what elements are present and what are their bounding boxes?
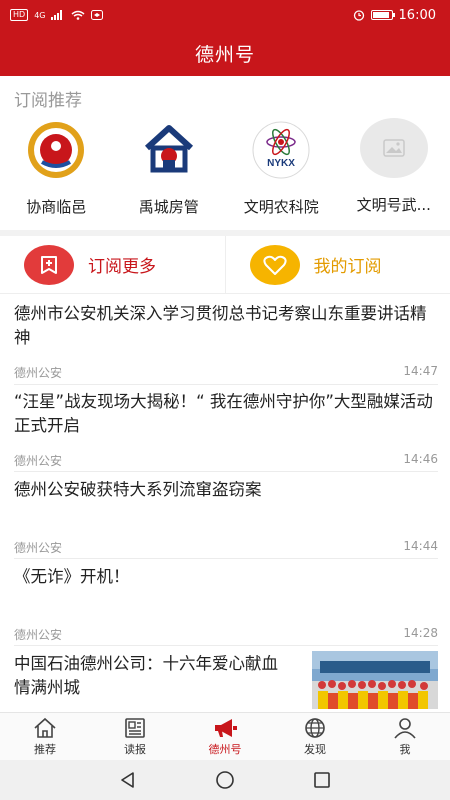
recommendation-label: 禹城房管 — [138, 198, 199, 216]
app-notification-icon — [91, 10, 104, 20]
hd-indicator: HD — [10, 9, 29, 21]
clock: 16:00 — [398, 7, 436, 23]
signal-icon — [51, 10, 63, 20]
globe-icon — [305, 717, 325, 738]
newspaper-icon — [125, 717, 145, 738]
nykx-logo-text: NYKX — [267, 158, 295, 169]
list-divider — [14, 384, 438, 385]
battery-level-fill — [372, 12, 389, 18]
recommendation-item[interactable]: 协商临邑 — [0, 118, 113, 228]
nav-label: 我 — [399, 742, 411, 756]
recommendations-row: 协商临邑 禹城房管 NYKX 文明农科院 文明号武... — [0, 118, 450, 228]
news-meta: 德州公安 14:28 — [14, 626, 438, 643]
news-title: 《无诈》开机！ — [14, 567, 130, 586]
subscribe-actions: 订阅更多 我的订阅 — [0, 236, 450, 294]
heart-icon — [249, 244, 300, 285]
recommendation-label: 协商临邑 — [26, 198, 87, 216]
image-placeholder-icon — [359, 118, 428, 178]
user-icon — [394, 717, 416, 739]
news-title: “汪星”战友现场大揭秘！“ 我在德州守护你”大型融媒活动正式开启 — [14, 392, 433, 435]
list-divider — [14, 471, 438, 472]
news-source: 德州公安 — [14, 454, 63, 468]
back-icon[interactable] — [118, 770, 138, 790]
system-navigation — [0, 760, 450, 800]
nav-item-me[interactable]: 我 — [360, 713, 450, 760]
megaphone-icon — [215, 718, 237, 737]
nav-label: 推荐 — [34, 742, 56, 756]
news-item[interactable]: 《无诈》开机！ — [14, 565, 438, 589]
nav-item-newspaper[interactable]: 读报 — [90, 713, 180, 760]
nav-label: 读报 — [124, 742, 146, 756]
bottom-navigation: 推荐 读报 德州号 发现 我 — [0, 712, 450, 760]
home-circle-icon[interactable] — [215, 770, 235, 790]
nykx-logo-icon: NYKX — [245, 120, 317, 180]
status-bar: HD 4G 16:00 — [0, 0, 450, 30]
nav-label: 发现 — [304, 742, 326, 756]
news-time: 14:44 — [403, 539, 438, 553]
news-time: 14:46 — [403, 452, 438, 466]
recommendations-title: 订阅推荐 — [14, 91, 82, 111]
nav-item-dezhouhao[interactable]: 德州号 — [180, 713, 270, 760]
news-meta: 德州公安 14:44 — [14, 539, 438, 556]
nav-item-recommend[interactable]: 推荐 — [0, 713, 90, 760]
news-source: 德州公安 — [14, 541, 63, 555]
news-time: 14:47 — [403, 364, 438, 378]
list-divider — [14, 645, 438, 646]
page-title: 德州号 — [194, 43, 255, 66]
add-subscribe-icon — [24, 244, 74, 285]
my-subscriptions-label: 我的订阅 — [313, 257, 382, 277]
recents-icon[interactable] — [312, 770, 332, 790]
battery-icon — [370, 10, 395, 20]
news-title: 德州公安破获特大系列流窜盗窃案 — [14, 480, 262, 499]
xieshang-logo-icon — [20, 120, 92, 180]
my-subscriptions-button[interactable]: 我的订阅 — [224, 236, 450, 293]
nav-item-discover[interactable]: 发现 — [270, 713, 360, 760]
recommendation-item[interactable]: 文明号武... — [338, 118, 450, 228]
recommendation-label: 文明农科院 — [243, 198, 319, 216]
news-title: 中国石油德州公司：十六年爱心献血情满州城 — [14, 654, 278, 697]
wifi-icon — [72, 10, 85, 20]
home-icon — [34, 717, 56, 738]
subscribe-more-button[interactable]: 订阅更多 — [0, 236, 225, 293]
news-item[interactable]: “汪星”战友现场大揭秘！“ 我在德州守护你”大型融媒活动正式开启 — [14, 390, 438, 438]
news-source: 德州公安 — [14, 628, 63, 642]
recommendation-item[interactable]: 禹城房管 — [113, 118, 226, 228]
news-title: 德州市公安机关深入学习贯彻总书记考察山东重要讲话精神 — [14, 304, 427, 347]
house-logo-icon — [133, 120, 205, 180]
news-source: 德州公安 — [14, 366, 63, 380]
recommendation-label: 文明号武... — [356, 196, 431, 214]
news-thumbnail[interactable] — [312, 651, 438, 709]
subscribe-more-label: 订阅更多 — [88, 257, 156, 277]
news-time: 14:28 — [403, 626, 438, 640]
signal-indicator: 4G — [34, 10, 46, 20]
news-item[interactable]: 德州公安破获特大系列流窜盗窃案 — [14, 478, 438, 502]
nav-label: 德州号 — [208, 742, 242, 756]
news-item[interactable]: 中国石油德州公司：十六年爱心献血情满州城 — [14, 652, 294, 700]
list-divider — [14, 558, 438, 559]
alarm-icon — [353, 10, 364, 21]
news-meta: 德州公安 14:47 — [14, 364, 438, 381]
app-header: 德州号 — [0, 30, 450, 76]
recommendation-item[interactable]: NYKX 文明农科院 — [225, 118, 338, 228]
news-item[interactable]: 德州市公安机关深入学习贯彻总书记考察山东重要讲话精神 — [14, 302, 438, 350]
news-meta: 德州公安 14:46 — [14, 452, 438, 469]
